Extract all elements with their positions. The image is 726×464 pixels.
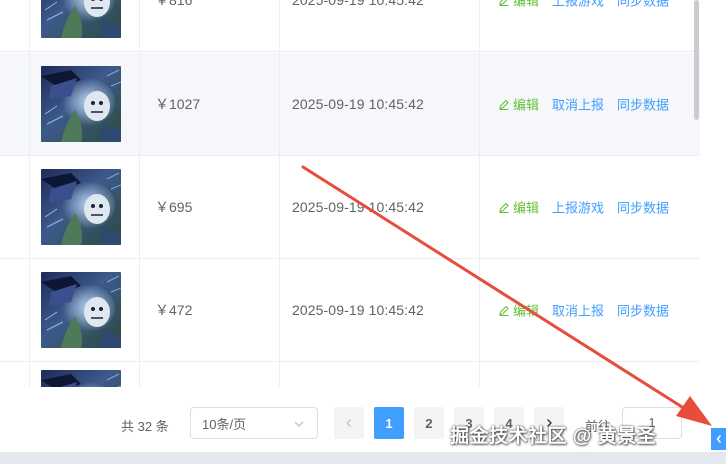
edit-button[interactable]: 编辑	[498, 0, 539, 10]
cancel-report-button[interactable]: 取消上报	[552, 95, 604, 114]
game-thumbnail	[41, 272, 121, 348]
edit-pencil-icon	[499, 99, 509, 110]
sync-data-button[interactable]: 同步数据	[617, 198, 669, 217]
total-count: 共 32 条	[121, 419, 169, 434]
time-text: 2025-09-19 10:45:42	[292, 302, 424, 318]
prev-page-button[interactable]	[334, 407, 364, 439]
time-text: 2025-09-19 10:45:42	[292, 96, 424, 112]
time-text: 2025-09-19 10:45:42	[292, 199, 424, 215]
game-thumbnail	[41, 0, 121, 38]
sync-data-button[interactable]: 同步数据	[617, 95, 669, 114]
game-thumbnail	[41, 370, 121, 387]
table-row: ￥695 2025-09-19 10:45:42 编辑 上报游戏 同步数据	[0, 156, 700, 259]
edit-pencil-icon	[499, 0, 509, 6]
table-row	[0, 362, 700, 387]
chevron-left-icon	[716, 435, 721, 443]
edit-label: 编辑	[513, 0, 540, 9]
price-text: ￥695	[155, 199, 193, 215]
table-row: ￥1027 2025-09-19 10:45:42 编辑 取消上报 同步数据	[0, 53, 700, 156]
edit-label: 编辑	[513, 200, 540, 216]
page-size-value: 10条/页	[202, 416, 247, 432]
edit-label: 编辑	[513, 97, 540, 113]
time-text: 2025-09-19 10:45:42	[292, 0, 424, 8]
edit-button[interactable]: 编辑	[498, 198, 539, 217]
game-thumbnail	[41, 66, 121, 142]
page-button-1[interactable]: 1	[374, 407, 404, 439]
row-select-cell[interactable]	[0, 259, 30, 361]
price-text: ￥1027	[155, 96, 201, 112]
report-game-button[interactable]: 上报游戏	[552, 0, 604, 10]
collapse-panel-button[interactable]	[711, 428, 726, 450]
thumbnail-cell	[30, 259, 140, 361]
watermark-text: 掘金技术社区 @ 黄景圣	[450, 426, 657, 447]
chevron-down-icon	[294, 421, 304, 427]
page-size-select[interactable]: 10条/页	[190, 407, 318, 439]
edit-button[interactable]: 编辑	[498, 301, 539, 320]
sync-data-button[interactable]: 同步数据	[617, 0, 669, 10]
edit-label: 编辑	[513, 303, 540, 319]
game-table: ￥816 2025-09-19 10:45:42 编辑 上报游戏 同步数据 ￥1…	[0, 0, 700, 387]
thumbnail-cell	[30, 53, 140, 155]
price-text: ￥472	[155, 302, 193, 318]
price-text: ￥816	[155, 0, 193, 8]
thumbnail-cell	[30, 0, 140, 51]
horizontal-scrollbar[interactable]	[0, 452, 726, 464]
row-select-cell[interactable]	[0, 0, 30, 51]
thumbnail-cell	[30, 156, 140, 258]
chevron-left-icon	[346, 419, 351, 427]
report-game-button[interactable]: 上报游戏	[552, 198, 604, 217]
right-gutter	[700, 0, 726, 452]
row-select-cell[interactable]	[0, 156, 30, 258]
table-row: ￥472 2025-09-19 10:45:42 编辑 取消上报 同步数据	[0, 259, 700, 362]
row-select-cell[interactable]	[0, 53, 30, 155]
game-thumbnail	[41, 169, 121, 245]
cancel-report-button[interactable]: 取消上报	[552, 301, 604, 320]
edit-pencil-icon	[499, 202, 509, 213]
thumbnail-cell	[30, 362, 140, 387]
row-select-cell[interactable]	[0, 362, 30, 387]
vertical-scrollbar[interactable]	[694, 0, 699, 120]
page-button-2[interactable]: 2	[414, 407, 444, 439]
edit-button[interactable]: 编辑	[498, 95, 539, 114]
table-row: ￥816 2025-09-19 10:45:42 编辑 上报游戏 同步数据	[0, 0, 700, 52]
sync-data-button[interactable]: 同步数据	[617, 301, 669, 320]
edit-pencil-icon	[499, 305, 509, 316]
